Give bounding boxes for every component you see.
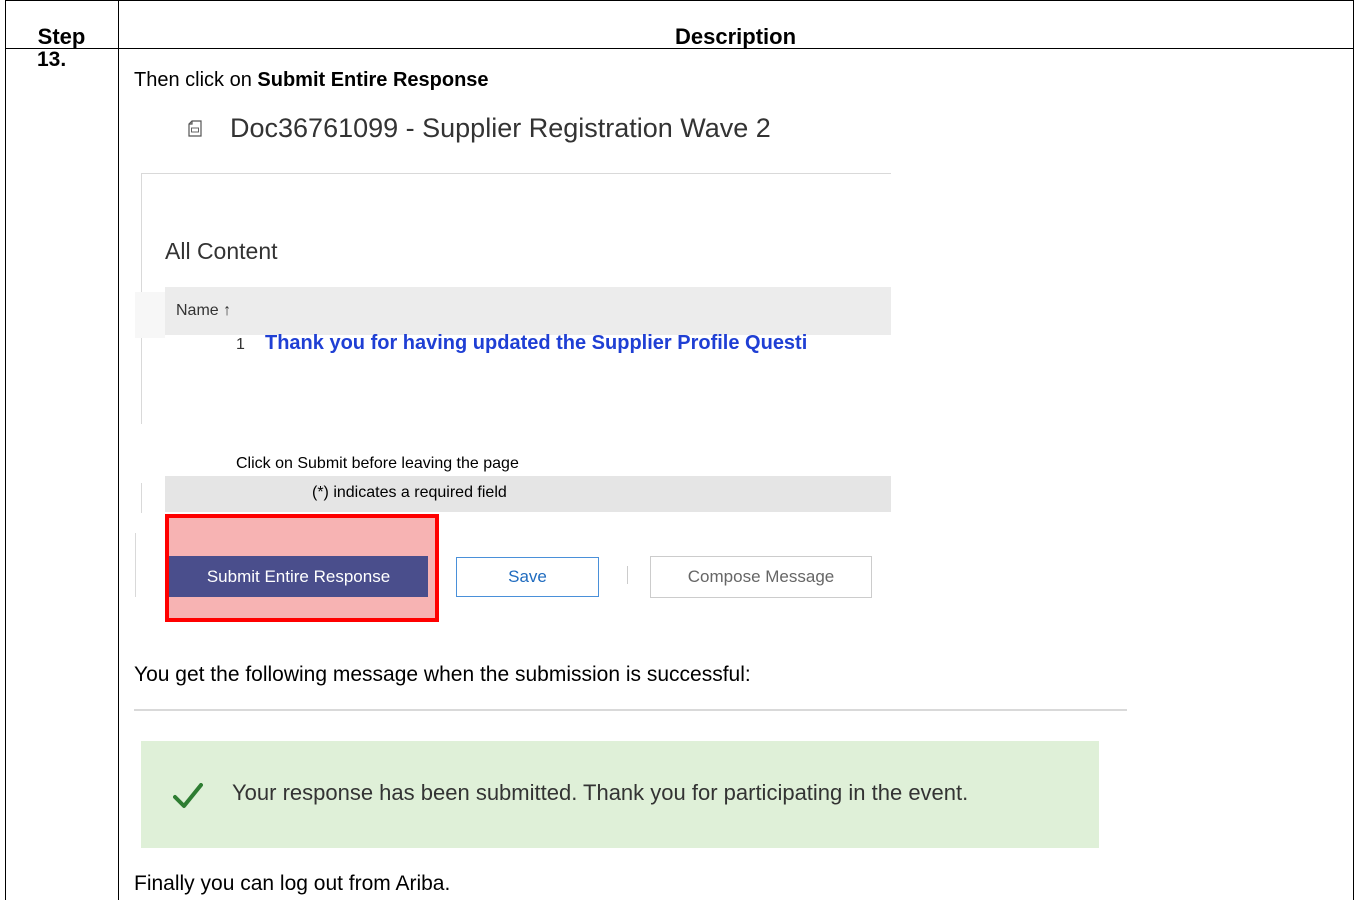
required-field-bar (165, 476, 891, 512)
instruction-emphasis: Submit Entire Response (257, 69, 489, 91)
check-icon (173, 783, 203, 808)
table-top-border (5, 0, 1354, 1)
header-step: Step (37, 24, 86, 49)
document-title: Doc36761099 - Supplier Registration Wave… (230, 113, 771, 143)
section-title: All Content (165, 238, 278, 264)
submit-entire-response-button[interactable]: Submit Entire Response (169, 556, 428, 597)
table-left-border (5, 0, 6, 900)
required-bar-left-rule (141, 483, 142, 513)
arrow-up-icon: ↑ (223, 302, 232, 319)
compose-message-button[interactable]: Compose Message (650, 556, 872, 598)
result-intro: You get the following message when the s… (134, 663, 751, 686)
content-row-link[interactable]: Thank you for having updated the Supplie… (265, 332, 891, 355)
instruction-text: Then click on Submit Entire Response (134, 69, 489, 91)
step-number: 13. (37, 48, 67, 71)
submit-note: Click on Submit before leaving the page (236, 455, 519, 472)
button-row-left-rule (135, 533, 136, 597)
button-separator (627, 566, 628, 584)
screenshot-top-rule (141, 173, 891, 174)
save-button[interactable]: Save (456, 557, 599, 597)
document-icon (188, 120, 202, 137)
success-message: Your response has been submitted. Thank … (232, 780, 969, 805)
final-instruction: Finally you can log out from Ariba. (134, 872, 451, 895)
column-header-bar (165, 287, 891, 335)
header-description: Description (674, 24, 797, 49)
required-field-note: (*) indicates a required field (312, 484, 507, 501)
column-header-name[interactable]: Name ↑ (176, 302, 231, 320)
row-number: 1 (236, 336, 245, 353)
result-divider (134, 709, 1127, 711)
name-row-gutter (135, 292, 165, 338)
table-column-divider (118, 0, 119, 900)
